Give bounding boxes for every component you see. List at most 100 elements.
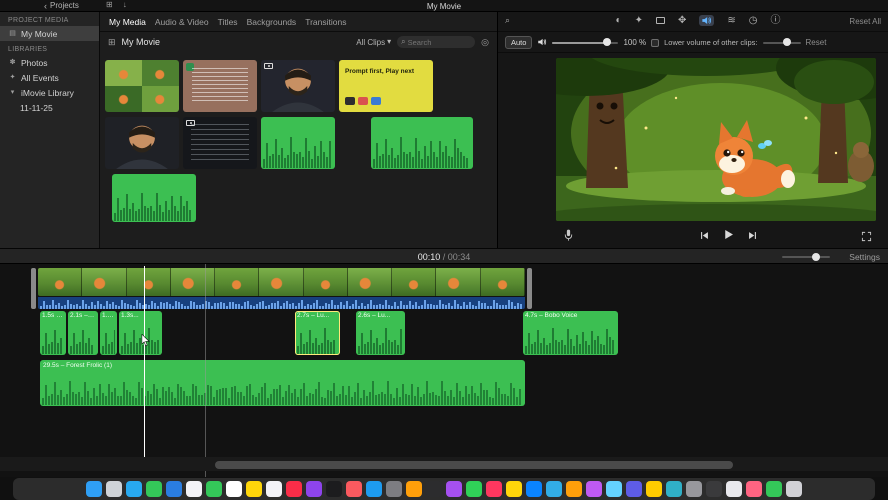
dock-icon[interactable] (406, 481, 422, 497)
trim-handle-left[interactable] (31, 268, 36, 309)
speed-icon[interactable]: ◷ (749, 15, 758, 26)
dock-icon[interactable] (366, 481, 382, 497)
color-correction-icon[interactable]: ✦ (635, 15, 643, 26)
dock-icon[interactable] (746, 481, 762, 497)
star-icon: ✦ (9, 74, 16, 81)
crop-icon[interactable] (655, 17, 665, 24)
dock-icon[interactable] (646, 481, 662, 497)
dock-icon[interactable] (246, 481, 262, 497)
dock-icon[interactable] (106, 481, 122, 497)
dock-icon[interactable] (226, 481, 242, 497)
dock-icon[interactable] (526, 481, 542, 497)
speaker-icon[interactable] (537, 37, 547, 49)
stabilization-icon[interactable]: ✥ (678, 15, 686, 26)
audio-clip[interactable]: 4.7s – Bobo Voice (523, 311, 618, 355)
dock-icon[interactable] (186, 481, 202, 497)
dock-icon[interactable] (566, 481, 582, 497)
media-clip-thumbnail[interactable] (183, 117, 257, 169)
video-preview[interactable] (556, 58, 876, 221)
dock-icon[interactable] (486, 481, 502, 497)
audio-clip[interactable]: 1.3s... (119, 311, 162, 355)
dock-icon[interactable] (346, 481, 362, 497)
auto-button[interactable]: Auto (505, 36, 533, 49)
media-clip-thumbnail[interactable] (261, 60, 335, 112)
tab-my-media[interactable]: My Media (109, 17, 146, 27)
trim-handle-right[interactable] (527, 268, 532, 309)
search-input[interactable] (407, 37, 468, 47)
noise-reduction-icon[interactable]: ≋ (727, 15, 735, 26)
dock-icon[interactable] (266, 481, 282, 497)
audio-clip-selected[interactable]: 2.7s – Lu... (295, 311, 340, 355)
dock-icon[interactable] (666, 481, 682, 497)
dock-icon[interactable] (306, 481, 322, 497)
tab-titles[interactable]: Titles (218, 17, 238, 27)
dock-icon[interactable] (466, 481, 482, 497)
zoom-icon[interactable]: ⌕ (505, 16, 510, 25)
dock-icon[interactable] (286, 481, 302, 497)
sidebar-item-imovie-library[interactable]: ▾ iMovie Library (0, 85, 99, 100)
media-clip-thumbnail[interactable] (183, 60, 257, 112)
sidebar-item-photos[interactable]: ✽ Photos (0, 55, 99, 70)
voiceover-mic-icon[interactable] (562, 228, 575, 246)
next-button[interactable] (747, 228, 758, 246)
dock-icon[interactable] (626, 481, 642, 497)
tab-audio-video[interactable]: Audio & Video (155, 17, 209, 27)
sidebar-item-my-movie[interactable]: ▤ My Movie (0, 26, 99, 41)
dock-icon[interactable] (146, 481, 162, 497)
dock-icon[interactable] (726, 481, 742, 497)
sidebar-item-event-11-11-25[interactable]: 11-11-25 (0, 100, 99, 115)
audio-clip-thumbnail[interactable] (112, 174, 196, 222)
music-clip[interactable]: 29.5s – Forest Frolic (1) (40, 360, 525, 406)
tab-transitions[interactable]: Transitions (305, 17, 346, 27)
dock-icon[interactable] (386, 481, 402, 497)
audio-clip[interactable]: 2.6s – Lu... (356, 311, 405, 355)
dock-icon[interactable] (586, 481, 602, 497)
play-button[interactable] (722, 228, 735, 246)
timeline-scrollbar[interactable] (215, 461, 733, 469)
other-clips-volume-slider[interactable] (762, 38, 801, 46)
audio-clip[interactable]: 1.5s –... (40, 311, 66, 355)
lower-volume-checkbox[interactable] (651, 38, 660, 47)
timeline[interactable]: 1.5s –... 2.1s – L... 1.2... 1.3s... 2.7… (0, 264, 888, 477)
media-clip-thumbnail[interactable] (105, 117, 179, 169)
color-balance-icon[interactable]: ◐ (616, 15, 622, 26)
audio-clip[interactable]: 2.1s – L... (68, 311, 98, 355)
dock-icon[interactable] (166, 481, 182, 497)
video-clip-filmstrip[interactable] (38, 268, 525, 296)
audio-clip-thumbnail[interactable] (371, 117, 473, 169)
dock-icon[interactable] (546, 481, 562, 497)
dock-icon[interactable] (326, 481, 342, 497)
dock-icon[interactable] (766, 481, 782, 497)
media-clip-thumbnail[interactable]: Prompt first, Play next (339, 60, 433, 112)
audio-clip[interactable]: 1.2... (100, 311, 117, 355)
volume-icon[interactable] (699, 15, 715, 26)
reset-all-button[interactable]: Reset All (849, 17, 881, 26)
search-field: ⌕ (397, 36, 476, 48)
grid-view-icon[interactable]: ⊞ (108, 37, 116, 47)
timeline-settings-button[interactable]: Settings (849, 252, 880, 262)
dock-icon[interactable] (706, 481, 722, 497)
dock-icon[interactable] (786, 481, 802, 497)
sidebar-item-all-events[interactable]: ✦ All Events (0, 70, 99, 85)
tab-backgrounds[interactable]: Backgrounds (247, 17, 297, 27)
audio-clip-thumbnail[interactable] (261, 117, 335, 169)
dock-icon[interactable] (446, 481, 462, 497)
timeline-zoom-slider[interactable] (782, 252, 830, 261)
dock-icon[interactable] (426, 481, 442, 497)
video-clip-audio-track[interactable] (38, 297, 525, 309)
dock-icon[interactable] (506, 481, 522, 497)
media-clip-thumbnail[interactable] (105, 60, 179, 112)
dock-icon[interactable] (606, 481, 622, 497)
fullscreen-icon[interactable] (861, 229, 872, 247)
reset-button[interactable]: Reset (806, 38, 827, 47)
dock-icon[interactable] (86, 481, 102, 497)
info-icon[interactable]: ⓘ (770, 15, 780, 26)
sort-options-icon[interactable]: ◎ (481, 37, 489, 47)
dock-icon[interactable] (126, 481, 142, 497)
volume-slider[interactable] (552, 38, 619, 46)
previous-button[interactable] (699, 228, 710, 246)
playhead[interactable] (144, 266, 145, 464)
clips-filter-dropdown[interactable]: All Clips ▾ (356, 38, 391, 47)
dock-icon[interactable] (206, 481, 222, 497)
dock-icon[interactable] (686, 481, 702, 497)
